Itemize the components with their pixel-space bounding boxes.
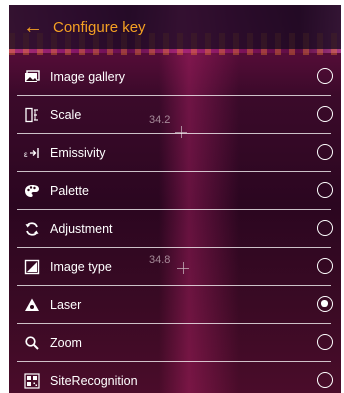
menu-item-label: Image gallery (50, 70, 126, 84)
site-recognition-icon (24, 373, 40, 389)
menu-item-laser[interactable]: Laser (9, 286, 341, 324)
menu-item-label: Zoom (50, 336, 82, 350)
menu-item-label: Image type (50, 260, 112, 274)
zoom-icon (24, 335, 40, 351)
arrow-left-icon[interactable]: ← (23, 17, 43, 37)
adjustment-icon (24, 221, 40, 237)
svg-text:ε: ε (24, 150, 28, 159)
thermal-camera-screen: 34.2 34.8 ← Configure key Image gallery … (9, 5, 341, 393)
radio-button[interactable] (317, 258, 333, 274)
menu-item-site-recognition[interactable]: SiteRecognition (9, 362, 341, 393)
menu-item-palette[interactable]: Palette (9, 172, 341, 210)
menu-item-adjustment[interactable]: Adjustment (9, 210, 341, 248)
configure-key-menu: Image gallery Scale ε Emissivity Palette… (9, 58, 341, 393)
menu-item-scale[interactable]: Scale (9, 96, 341, 134)
menu-item-label: Palette (50, 184, 89, 198)
scale-icon (24, 107, 40, 123)
image-type-icon (24, 259, 40, 275)
laser-icon (24, 297, 40, 313)
menu-item-label: Scale (50, 108, 82, 122)
radio-button[interactable] (317, 68, 333, 84)
menu-item-image-type[interactable]: Image type (9, 248, 341, 286)
menu-item-label: Emissivity (50, 146, 106, 160)
radio-button[interactable] (317, 182, 333, 198)
menu-item-emissivity[interactable]: ε Emissivity (9, 134, 341, 172)
page-title: Configure key (53, 18, 146, 36)
menu-item-image-gallery[interactable]: Image gallery (9, 58, 341, 96)
image-gallery-icon (24, 69, 40, 85)
menu-item-label: Adjustment (50, 222, 113, 236)
header-bar: ← Configure key (9, 5, 341, 49)
menu-item-zoom[interactable]: Zoom (9, 324, 341, 362)
radio-button-selected[interactable] (317, 296, 333, 312)
radio-button[interactable] (317, 372, 333, 388)
menu-item-label: Laser (50, 298, 82, 312)
menu-item-label: SiteRecognition (50, 374, 138, 388)
emissivity-icon: ε (24, 145, 40, 161)
palette-icon (24, 183, 40, 199)
radio-button[interactable] (317, 106, 333, 122)
radio-button[interactable] (317, 220, 333, 236)
radio-button[interactable] (317, 334, 333, 350)
radio-button[interactable] (317, 144, 333, 160)
